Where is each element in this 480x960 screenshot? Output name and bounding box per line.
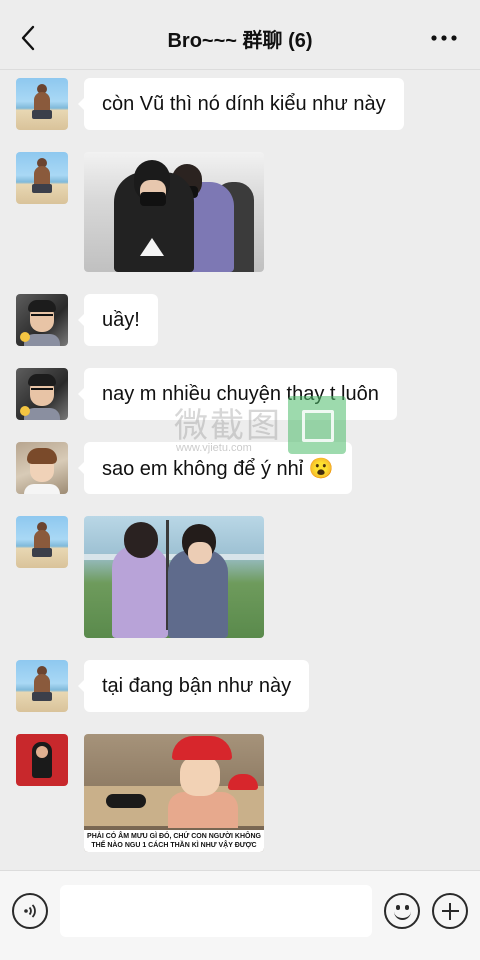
message-bubble[interactable]: nay m nhiều chuyện thay t luôn bbox=[78, 368, 397, 420]
boy-avatar[interactable] bbox=[16, 442, 68, 494]
beach-avatar[interactable] bbox=[16, 660, 68, 712]
message-composer bbox=[0, 870, 480, 960]
message-item: nay m nhiều chuyện thay t luôn bbox=[16, 368, 397, 420]
more-button[interactable] bbox=[424, 22, 464, 54]
message-item: PHẢI CÓ ÂM MƯU GÌ ĐÓ, CHỨ CON NGƯỜI KHÔN… bbox=[16, 734, 264, 852]
voice-button[interactable] bbox=[12, 893, 48, 929]
message-item bbox=[16, 152, 264, 272]
message-item bbox=[16, 516, 264, 638]
glasses-avatar[interactable] bbox=[16, 368, 68, 420]
message-item: tại đang bận như này bbox=[16, 660, 310, 712]
beach-avatar[interactable] bbox=[16, 78, 68, 130]
plus-circle-icon[interactable] bbox=[432, 893, 468, 929]
message-bubble[interactable]: uầy! bbox=[78, 294, 158, 346]
chat-title: Bro~~~ 群聊 (6) bbox=[167, 30, 313, 52]
meme-kid-red-hat[interactable]: PHẢI CÓ ÂM MƯU GÌ ĐÓ, CHỨ CON NGƯỜI KHÔN… bbox=[84, 734, 264, 852]
message-item: uầy! bbox=[16, 294, 158, 346]
message-list[interactable]: còn Vũ thì nó dính kiểu như này uầy! nay… bbox=[0, 70, 480, 870]
photo-two-men-masks[interactable] bbox=[84, 152, 264, 272]
photo-two-men-outdoor[interactable] bbox=[84, 516, 264, 638]
chat-header: Bro~~~ 群聊 (6) bbox=[0, 0, 480, 70]
emoji-button[interactable] bbox=[384, 893, 420, 929]
message-bubble[interactable]: sao em không để ý nhỉ 😮 bbox=[78, 442, 352, 494]
message-bubble[interactable]: còn Vũ thì nó dính kiểu như này bbox=[78, 78, 404, 130]
message-item: còn Vũ thì nó dính kiểu như này bbox=[16, 78, 404, 130]
beach-avatar[interactable] bbox=[16, 152, 68, 204]
message-input[interactable] bbox=[60, 885, 372, 937]
message-item: sao em không để ý nhỉ 😮 bbox=[16, 442, 352, 494]
meme-caption: PHẢI CÓ ÂM MƯU GÌ ĐÓ, CHỨ CON NGƯỜI KHÔN… bbox=[84, 830, 264, 852]
more-dots-icon bbox=[431, 35, 457, 41]
glasses-avatar[interactable] bbox=[16, 294, 68, 346]
red-avatar[interactable] bbox=[16, 734, 68, 786]
voice-icon bbox=[24, 904, 36, 918]
message-bubble[interactable]: tại đang bận như này bbox=[77, 660, 310, 712]
beach-avatar[interactable] bbox=[16, 516, 68, 568]
